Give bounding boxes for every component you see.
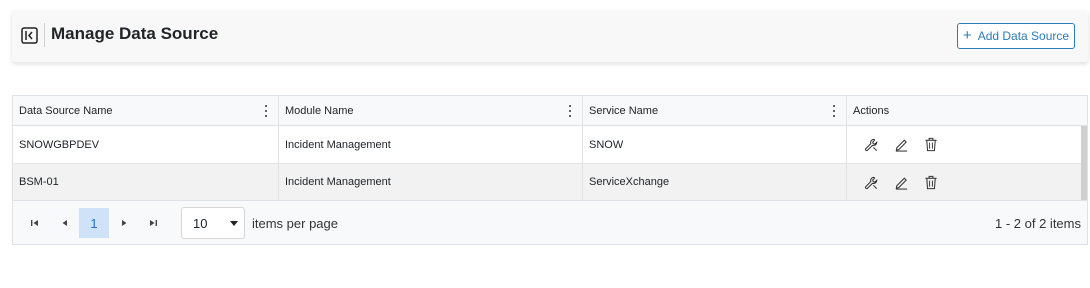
- items-per-page-label: items per page: [252, 216, 338, 231]
- plus-icon: +: [962, 27, 972, 44]
- column-menu-icon[interactable]: [832, 105, 836, 117]
- cell-actions: [846, 164, 1084, 200]
- column-label: Data Source Name: [19, 104, 113, 117]
- wrench-icon[interactable]: [863, 174, 879, 190]
- grid-header: Data Source Name Module Name Service Nam…: [13, 96, 1087, 126]
- column-header-service-name[interactable]: Service Name: [582, 96, 846, 125]
- last-page-icon[interactable]: [141, 212, 165, 234]
- previous-page-icon[interactable]: [53, 212, 77, 234]
- chevron-down-icon: [230, 221, 238, 226]
- column-header-actions: Actions: [846, 96, 1084, 125]
- trash-icon[interactable]: [923, 137, 939, 153]
- page-title: Manage Data Source: [51, 24, 219, 43]
- next-page-icon[interactable]: [112, 212, 136, 234]
- table-row[interactable]: SNOWGBPDEV Incident Management SNOW: [13, 126, 1081, 163]
- cell-module-name: Incident Management: [278, 126, 582, 163]
- cell-module-name: Incident Management: [278, 164, 582, 200]
- add-data-source-button[interactable]: + Add Data Source: [957, 23, 1075, 49]
- edit-icon[interactable]: [893, 137, 909, 153]
- column-label: Service Name: [589, 104, 659, 117]
- cell-service-name: SNOW: [582, 126, 846, 163]
- title-divider: [44, 23, 45, 47]
- pager: 1 10 items per page 1 - 2 of 2 items: [13, 200, 1087, 244]
- vertical-scrollbar[interactable]: [1081, 126, 1087, 200]
- column-menu-icon[interactable]: [264, 105, 268, 117]
- column-header-module-name[interactable]: Module Name: [278, 96, 582, 125]
- cell-actions: [846, 126, 1084, 163]
- page-header: Manage Data Source + Add Data Source: [12, 10, 1088, 62]
- page-size-select[interactable]: 10: [181, 207, 245, 239]
- table-row[interactable]: BSM-01 Incident Management ServiceXchang…: [13, 163, 1081, 200]
- cell-service-name: ServiceXchange: [582, 164, 846, 200]
- page-size-value: 10: [193, 215, 208, 231]
- column-label: Module Name: [285, 104, 354, 117]
- column-header-data-source-name[interactable]: Data Source Name: [13, 96, 278, 125]
- edit-icon[interactable]: [893, 174, 909, 190]
- pager-info: 1 - 2 of 2 items: [995, 216, 1081, 231]
- trash-icon[interactable]: [923, 174, 939, 190]
- add-data-source-label: Add Data Source: [977, 29, 1070, 43]
- wrench-icon[interactable]: [863, 137, 879, 153]
- column-menu-icon[interactable]: [568, 105, 572, 117]
- cell-data-source-name: SNOWGBPDEV: [19, 138, 100, 151]
- column-label: Actions: [853, 104, 890, 117]
- first-page-icon[interactable]: [23, 212, 47, 234]
- collapse-panel-icon[interactable]: [20, 26, 38, 44]
- cell-data-source-name: BSM-01: [19, 176, 59, 188]
- page-number-current[interactable]: 1: [79, 208, 109, 238]
- data-source-grid: Data Source Name Module Name Service Nam…: [12, 95, 1088, 245]
